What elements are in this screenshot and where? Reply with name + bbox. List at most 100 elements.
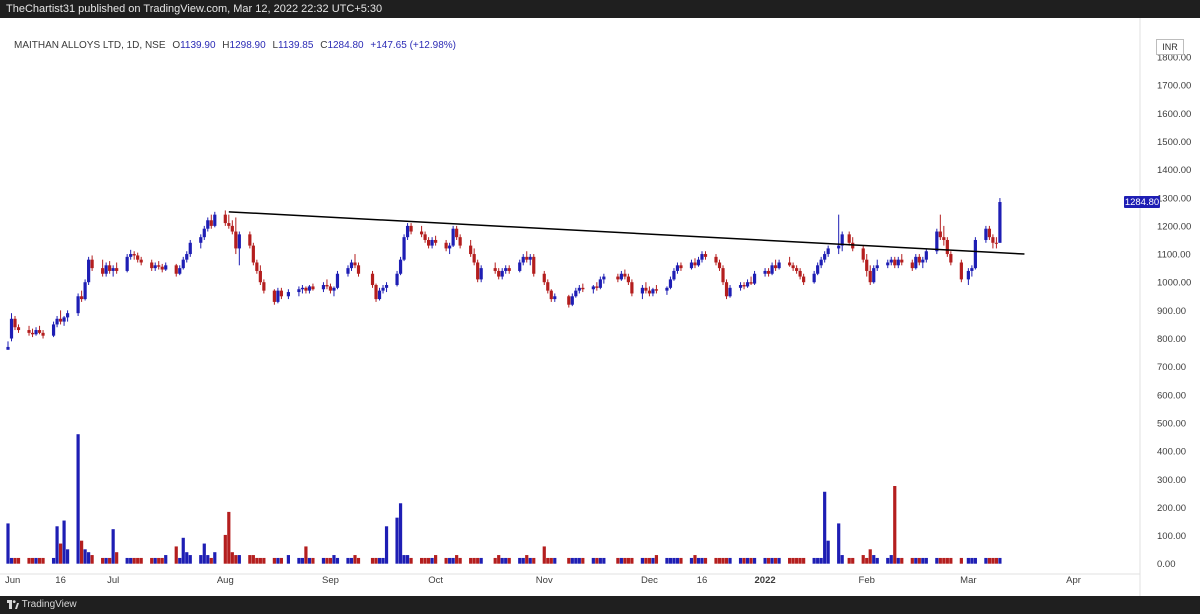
volume-bar (644, 557, 648, 564)
volume-bar (451, 557, 455, 564)
volume-bar (332, 555, 336, 564)
candle-body (356, 265, 361, 274)
candle-body (668, 279, 673, 288)
volume-bar (307, 557, 312, 564)
volume-bar (935, 557, 939, 564)
candle-body (816, 265, 820, 274)
candle-body (136, 255, 140, 260)
candle-body (945, 239, 949, 255)
close-value: 1284.80 (327, 40, 364, 51)
volume-bar (942, 557, 946, 564)
volume-bar (434, 555, 438, 564)
price-tick-label: 1000.00 (1157, 278, 1191, 289)
publish-header: TheChartist31 published on TradingView.c… (0, 0, 1200, 18)
time-tick-label: Aug (217, 575, 234, 586)
candle-body (970, 268, 974, 271)
volume-bar (255, 557, 259, 564)
candle-body (777, 262, 781, 269)
price-tick-label: 1600.00 (1157, 109, 1191, 120)
price-tick-label: 1700.00 (1157, 81, 1191, 92)
candle-body (619, 273, 623, 280)
currency-button[interactable]: INR (1156, 39, 1184, 55)
volume-bar (777, 557, 781, 564)
volume-bar (9, 557, 14, 564)
volume-bar (129, 557, 133, 564)
volume-bar (816, 557, 820, 564)
volume-bar (749, 557, 753, 564)
candle-body (251, 245, 255, 263)
low-value: 1139.85 (278, 40, 314, 51)
open-label: O (172, 40, 181, 51)
candle-body (307, 286, 312, 291)
volume-bar (27, 557, 31, 564)
candle-body (812, 273, 816, 283)
price-chart[interactable]: 1800.001700.001600.001500.001400.001300.… (0, 18, 1200, 596)
time-tick-label: Nov (536, 575, 553, 586)
volume-bar (721, 557, 725, 564)
volume-bar (914, 557, 918, 564)
candle-body (567, 296, 571, 305)
volume-bar (178, 557, 182, 564)
candle-body (87, 259, 91, 283)
price-tick-label: 400.00 (1157, 447, 1186, 458)
candle-body (279, 290, 283, 297)
candle-body (742, 285, 746, 287)
volume-bar (213, 552, 217, 564)
candle-body (872, 268, 876, 283)
volume-bar (525, 555, 529, 564)
candle-body (549, 290, 553, 300)
volume-bar (58, 543, 63, 564)
volume-bar (349, 557, 354, 564)
volume-bar (752, 557, 757, 564)
volume-bar (377, 557, 382, 564)
candle-body (16, 327, 21, 331)
volume-bar (370, 557, 375, 564)
candle-body (469, 245, 473, 255)
volume-bar (675, 557, 680, 564)
volume-bar (689, 557, 694, 564)
candle-body (139, 259, 143, 263)
volume-bar (188, 555, 192, 564)
candle-body (325, 285, 329, 287)
price-tick-label: 600.00 (1157, 390, 1186, 401)
volume-bar (405, 555, 410, 564)
volume-bar (949, 557, 953, 564)
volume-bar (770, 557, 774, 564)
time-tick-label: 16 (697, 575, 708, 586)
symbol-legend: MAITHAN ALLOYS LTD, 1D, NSE O1139.90 H12… (14, 40, 456, 51)
volume-bar (542, 546, 546, 564)
candle-body (728, 287, 732, 297)
volume-bar (139, 557, 143, 564)
volume-bar (409, 557, 413, 564)
candle-body (581, 287, 585, 290)
volume-bar (430, 557, 434, 564)
volume-bar (788, 557, 792, 564)
volume-bar (693, 555, 697, 564)
volume-bar (553, 557, 557, 564)
volume-bar (549, 557, 553, 564)
time-tick-label: Jul (107, 575, 119, 586)
candle-body (37, 330, 42, 333)
volume-bar (763, 557, 767, 564)
volume-bar (798, 557, 802, 564)
volume-bar (700, 557, 704, 564)
volume-bar (567, 557, 571, 564)
candle-body (206, 220, 210, 229)
candle-body (262, 282, 266, 291)
volume-bar (970, 557, 974, 564)
candle-body (199, 237, 203, 243)
candle-body (332, 287, 336, 291)
time-tick-label: Feb (859, 575, 875, 586)
candle-body (125, 256, 129, 271)
candle-body (444, 242, 448, 249)
candle-body (223, 214, 227, 224)
candle-body (381, 287, 385, 291)
volume-bar (945, 557, 949, 564)
candle-body (521, 256, 525, 263)
volume-bar (493, 557, 497, 564)
candle-body (370, 273, 375, 286)
candle-body (153, 265, 157, 269)
volume-bar (504, 557, 508, 564)
chart-area[interactable]: 1800.00 1700.00 1600.00 1500.00 1400.00 1300.… (0, 18, 1200, 596)
candle-body (286, 292, 290, 297)
